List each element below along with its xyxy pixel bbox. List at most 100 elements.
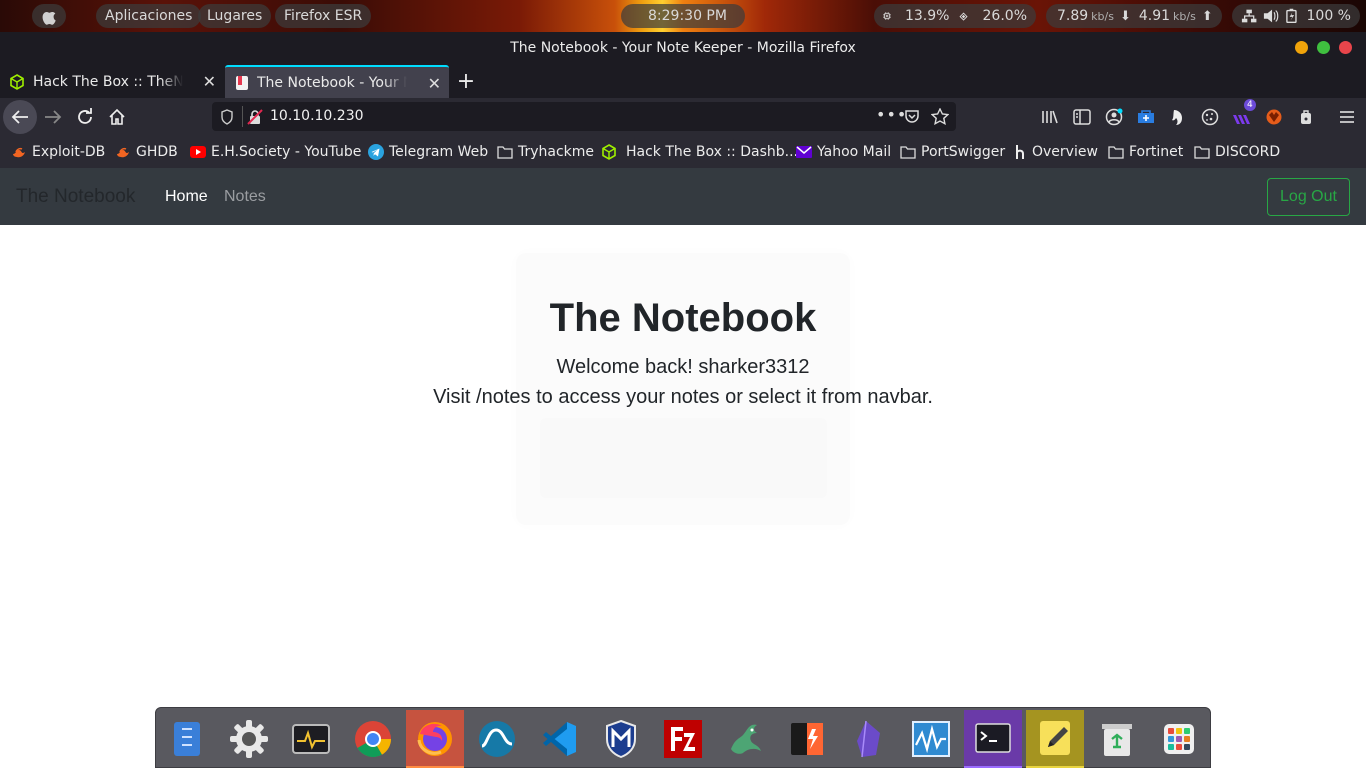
bookmark-ghdb[interactable]: GHDB <box>115 144 178 160</box>
library-button[interactable] <box>1038 105 1062 129</box>
dock-filezilla[interactable] <box>654 710 712 768</box>
bookmark-star-icon[interactable] <box>931 108 949 125</box>
applications-menu[interactable]: Aplicaciones <box>96 4 202 28</box>
bookmark-overview[interactable]: Overview <box>1015 144 1098 160</box>
reload-button[interactable] <box>73 105 97 129</box>
bookmark-folder-tryhackme[interactable]: Tryhackme <box>497 144 594 160</box>
clock[interactable]: 8:29:30 PM <box>621 4 745 28</box>
folder-icon <box>1194 144 1210 160</box>
bookmark-telegram[interactable]: Telegram Web <box>368 144 488 160</box>
dragon-icon <box>731 724 761 754</box>
dock-files[interactable] <box>158 710 216 768</box>
library-icon <box>1042 110 1058 124</box>
bookmark-yahoo-mail[interactable]: Yahoo Mail <box>796 144 891 160</box>
dock-terminal[interactable] <box>964 710 1022 768</box>
filezilla-icon <box>664 720 702 758</box>
home-button[interactable] <box>105 105 129 129</box>
tab-label: The Notebook - Your Note Keeper <box>257 74 407 91</box>
dock-network-monitor[interactable] <box>902 710 960 768</box>
cookie-editor-extension-button[interactable] <box>1294 105 1318 129</box>
foxyproxy-icon <box>1266 109 1282 125</box>
urlbar-divider <box>242 106 243 127</box>
nav-home-link[interactable]: Home <box>165 188 208 206</box>
dock-wireshark[interactable] <box>468 710 526 768</box>
folder-icon <box>497 144 513 160</box>
dock-burpsuite[interactable] <box>778 710 836 768</box>
url-bar[interactable]: 10.10.10.230 ••• <box>212 102 956 131</box>
active-app-label: Firefox ESR <box>284 8 363 24</box>
account-button[interactable] <box>1102 105 1126 129</box>
hacktools-icon <box>1172 110 1182 125</box>
network-speed[interactable]: 7.89 kb/s ⬇ 4.91 kb/s ⬆ <box>1046 4 1222 28</box>
bookmark-label: Exploit-DB <box>32 144 106 160</box>
battery-level: 100 % <box>1306 8 1351 24</box>
dock-obsidian[interactable] <box>840 710 898 768</box>
dock-firefox[interactable] <box>406 710 464 768</box>
dock-trash[interactable] <box>1088 710 1146 768</box>
bookmark-label: Overview <box>1032 144 1098 160</box>
account-icon <box>1105 108 1123 126</box>
nav-notes-link[interactable]: Notes <box>224 188 266 206</box>
trash-icon <box>1102 724 1132 756</box>
application-dock <box>155 707 1211 768</box>
obsidian-icon <box>857 720 880 758</box>
telegram-icon <box>368 144 384 160</box>
minimize-button[interactable] <box>1295 41 1308 54</box>
terminal-icon <box>975 723 1011 753</box>
bookmark-exploit-db[interactable]: Exploit-DB <box>11 144 105 160</box>
dock-app-grid[interactable] <box>1150 710 1208 768</box>
dock-ghidra[interactable] <box>716 710 774 768</box>
back-button[interactable] <box>3 100 37 134</box>
hackerone-icon <box>1015 144 1025 160</box>
cookie-editor-icon <box>1301 110 1311 124</box>
apple-menu-button[interactable] <box>32 4 66 28</box>
hacktools-extension-button[interactable] <box>1166 105 1190 129</box>
tab-close-icon[interactable]: ✕ <box>203 72 216 91</box>
vscode-icon <box>543 722 576 756</box>
youtube-icon <box>190 144 206 160</box>
dock-settings[interactable] <box>220 710 278 768</box>
page-actions-icon[interactable]: ••• <box>876 105 907 124</box>
bookmark-htb-dashboard[interactable]: Hack The Box :: Dashb... <box>601 144 798 160</box>
dock-chrome[interactable] <box>344 710 402 768</box>
exploitdb-icon <box>11 144 27 160</box>
forward-button[interactable] <box>41 105 65 129</box>
network-icon <box>1241 9 1257 23</box>
tab-hackthebox[interactable]: Hack The Box :: TheNotebook ✕ <box>0 65 224 98</box>
bookmark-youtube[interactable]: E.H.Society - YouTube <box>190 144 361 160</box>
notes-icon <box>1040 721 1070 755</box>
bookmark-folder-portswigger[interactable]: PortSwigger <box>900 144 1005 160</box>
exploitdb-icon <box>115 144 131 160</box>
site-brand[interactable]: The Notebook <box>16 186 135 208</box>
tab-notebook[interactable]: The Notebook - Your Note Keeper ✕ <box>225 65 449 98</box>
dock-vscode[interactable] <box>530 710 588 768</box>
app-menu-button[interactable] <box>1335 105 1359 129</box>
dock-metasploit[interactable] <box>592 710 650 768</box>
logout-button[interactable]: Log Out <box>1267 178 1350 216</box>
wappalyzer-extension-button[interactable]: 4 <box>1230 99 1256 129</box>
active-app-menu[interactable]: Firefox ESR <box>275 4 372 28</box>
status-area[interactable]: 100 % <box>1232 4 1360 28</box>
resource-monitor[interactable]: 13.9% 26.0% <box>874 4 1036 28</box>
pocket-icon[interactable] <box>904 109 920 125</box>
bookmark-folder-fortinet[interactable]: Fortinet <box>1108 144 1183 160</box>
foxyproxy-extension-button[interactable] <box>1262 105 1286 129</box>
dock-notes[interactable] <box>1026 710 1084 768</box>
folder-icon <box>900 144 916 160</box>
files-icon <box>174 722 200 756</box>
maximize-button[interactable] <box>1317 41 1330 54</box>
close-window-button[interactable] <box>1339 41 1352 54</box>
arrow-left-icon <box>11 110 28 124</box>
clock-label: 8:29:30 PM <box>648 8 727 24</box>
window-titlebar: The Notebook - Your Note Keeper - Mozill… <box>0 32 1366 63</box>
url-text[interactable]: 10.10.10.230 <box>270 108 364 124</box>
tab-close-icon[interactable]: ✕ <box>428 74 441 93</box>
cookie-extension-button[interactable] <box>1198 105 1222 129</box>
net-down-value: 7.89 <box>1057 8 1089 24</box>
places-menu[interactable]: Lugares <box>198 4 272 28</box>
dock-system-monitor[interactable] <box>282 710 340 768</box>
bookmark-folder-discord[interactable]: DISCORD <box>1194 144 1280 160</box>
container-extension-button[interactable] <box>1134 105 1158 129</box>
new-tab-button[interactable]: + <box>452 65 480 98</box>
sidebar-button[interactable] <box>1070 105 1094 129</box>
